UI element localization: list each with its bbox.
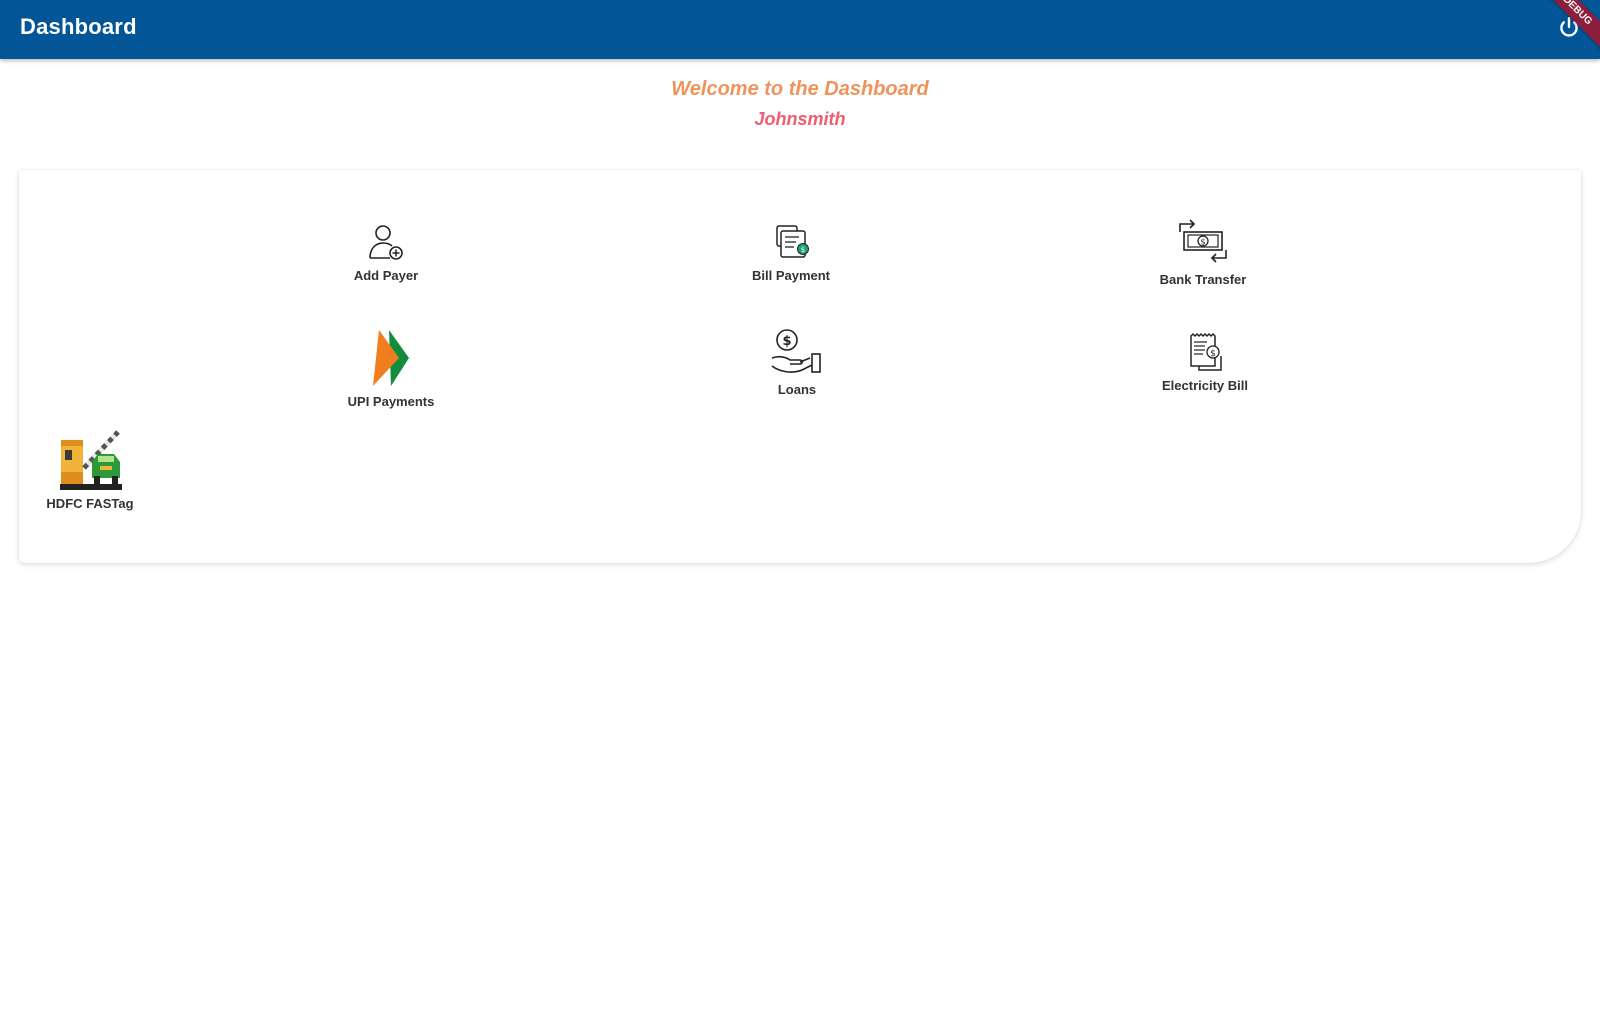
loan-hand-icon: $	[771, 329, 821, 373]
upi-payments-tile[interactable]: UPI Payments	[301, 328, 481, 409]
upi-logo-icon	[373, 330, 409, 386]
add-user-icon	[369, 225, 403, 260]
svg-text:$: $	[801, 246, 805, 254]
svg-text:$: $	[1200, 238, 1205, 247]
loans-label: Loans	[777, 382, 817, 397]
hdfc-fastag-tile[interactable]: HDFC FASTag	[0, 428, 180, 511]
username-label: Johnsmith	[754, 109, 846, 129]
welcome-heading: Welcome to the Dashboard	[671, 78, 929, 100]
page-title: Dashboard	[20, 14, 137, 39]
services-card: Add Payer $ Bill Payment $ Bank Transfer	[19, 170, 1581, 563]
add-payer-tile[interactable]: Add Payer	[296, 222, 476, 283]
loans-tile[interactable]: $ Loans	[707, 328, 887, 397]
bank-transfer-tile[interactable]: $ Bank Transfer	[1113, 216, 1293, 287]
app-bar: Dashboard	[0, 0, 1600, 59]
svg-text:$: $	[782, 334, 791, 349]
electricity-bill-label: Electricity Bill	[1162, 378, 1248, 393]
svg-text:$: $	[1210, 349, 1216, 359]
toll-gate-icon	[60, 430, 122, 490]
bill-payment-label: Bill Payment	[751, 268, 831, 283]
bank-transfer-label: Bank Transfer	[1159, 272, 1247, 287]
receipt-icon: $	[1190, 332, 1222, 371]
hdfc-fastag-label: HDFC FASTag	[46, 496, 134, 511]
electricity-bill-tile[interactable]: $ Electricity Bill	[1115, 332, 1295, 393]
upi-payments-label: UPI Payments	[347, 394, 435, 409]
add-payer-label: Add Payer	[353, 268, 419, 283]
bill-payment-tile[interactable]: $ Bill Payment	[701, 222, 881, 283]
bank-transfer-icon: $	[1179, 219, 1227, 263]
bill-payment-icon: $	[776, 225, 809, 258]
